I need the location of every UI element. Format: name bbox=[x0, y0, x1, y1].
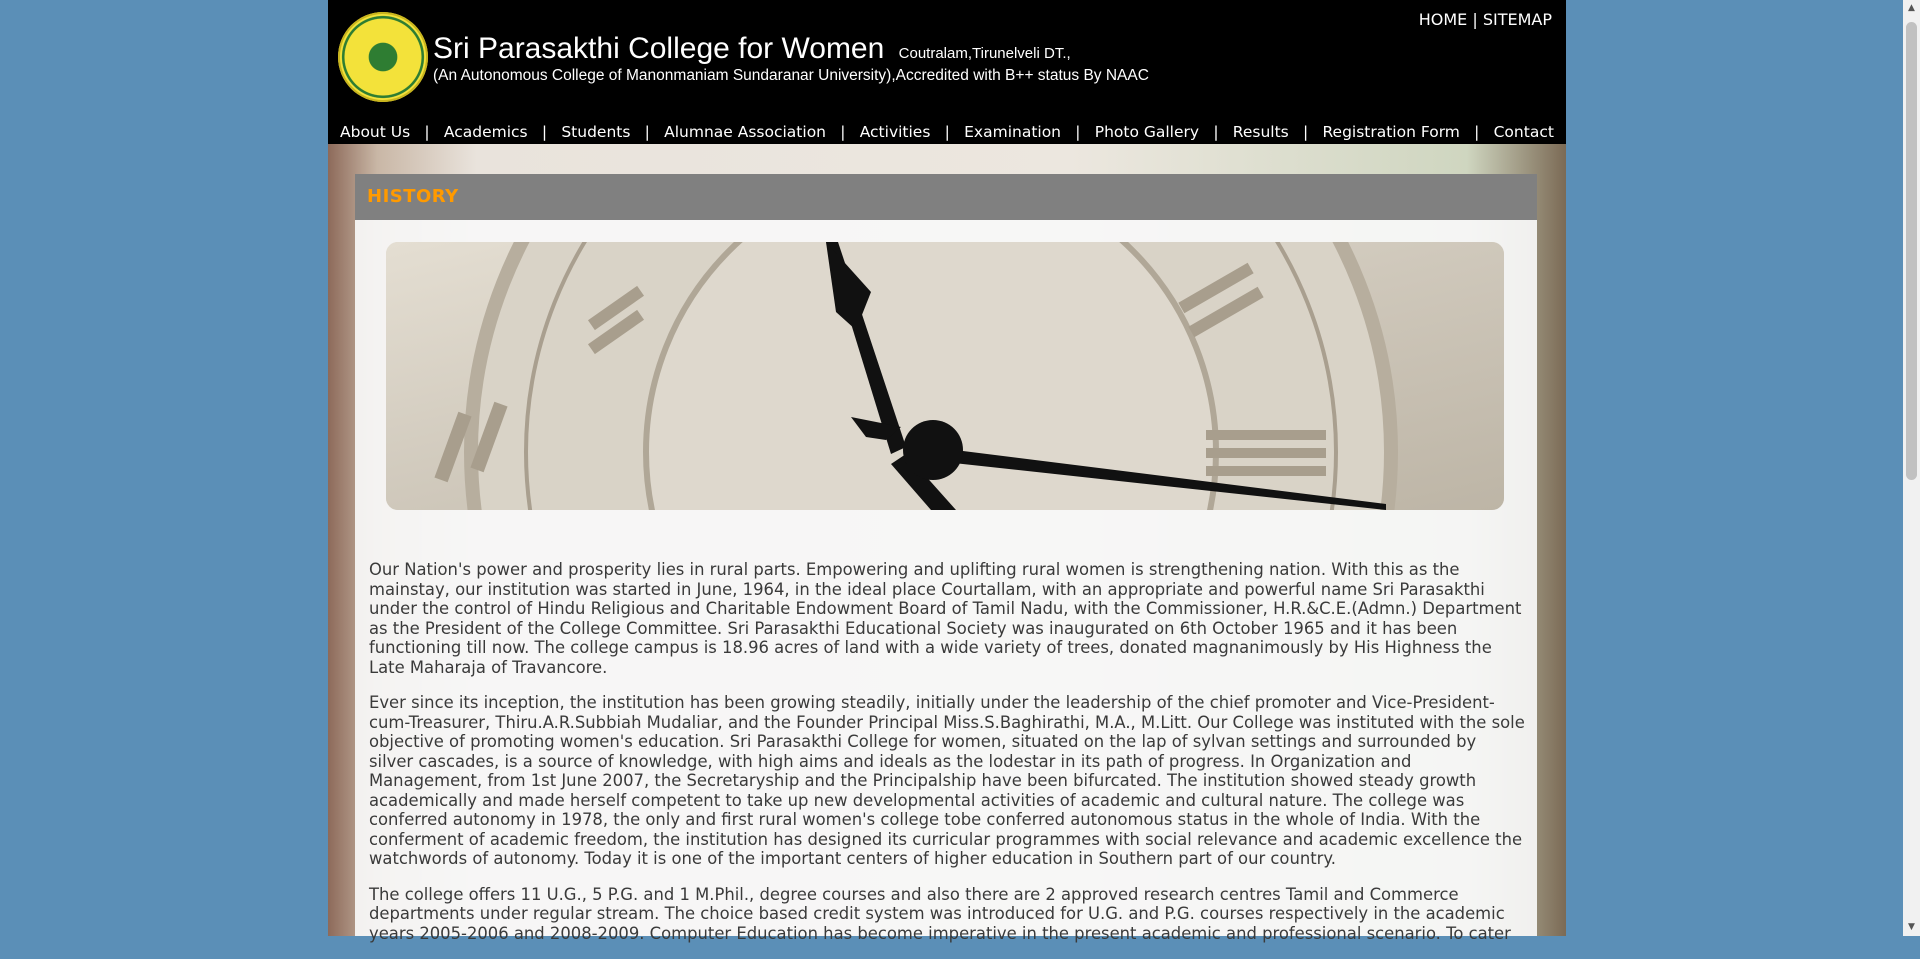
nav-separator: | bbox=[944, 123, 950, 141]
nav-item-about-us[interactable]: About Us bbox=[340, 123, 410, 141]
nav-item-alumnae-association[interactable]: Alumnae Association bbox=[664, 123, 826, 141]
scroll-thumb[interactable] bbox=[1906, 22, 1917, 480]
nav-item-academics[interactable]: Academics bbox=[444, 123, 528, 141]
article-paragraph: Our Nation's power and prosperity lies i… bbox=[369, 560, 1522, 677]
nav-separator: | bbox=[840, 123, 846, 141]
sitemap-link[interactable]: SITEMAP bbox=[1483, 10, 1552, 29]
nav-separator: | bbox=[1213, 123, 1219, 141]
nav-separator: | bbox=[644, 123, 650, 141]
history-article: Our Nation's power and prosperity lies i… bbox=[369, 560, 1525, 959]
section-header-bar: HISTORY bbox=[355, 174, 1537, 220]
nav-item-examination[interactable]: Examination bbox=[964, 123, 1061, 141]
nav-item-students[interactable]: Students bbox=[561, 123, 630, 141]
page-title: HISTORY bbox=[367, 186, 459, 207]
college-name: Sri Parasakthi College for Women Coutral… bbox=[433, 32, 1071, 66]
college-emblem-icon[interactable] bbox=[338, 12, 428, 102]
nav-separator: | bbox=[541, 123, 548, 141]
nav-item-registration-form[interactable]: Registration Form bbox=[1322, 123, 1459, 141]
home-link[interactable]: HOME bbox=[1419, 10, 1468, 29]
clock-face-image bbox=[386, 242, 1504, 510]
main-content: HISTORY Our Nation's power and prosperit… bbox=[355, 174, 1537, 943]
nav-item-results[interactable]: Results bbox=[1233, 123, 1289, 141]
nav-item-activities[interactable]: Activities bbox=[860, 123, 931, 141]
top-links: HOME | SITEMAP bbox=[1419, 10, 1552, 29]
scroll-down-arrow-icon[interactable]: ▼ bbox=[1903, 919, 1920, 936]
nav-separator: | bbox=[1075, 123, 1081, 141]
article-paragraph: The college offers 11 U.G., 5 P.G. and 1… bbox=[369, 884, 1511, 943]
nav-item-photo-gallery[interactable]: Photo Gallery bbox=[1095, 123, 1199, 141]
college-title: Sri Parasakthi College for Women bbox=[433, 32, 885, 65]
page-container: Sri Parasakthi College for Women Coutral… bbox=[328, 0, 1566, 943]
clock-illustration bbox=[386, 242, 1504, 510]
main-nav: About Us | Academics | Students | Alumna… bbox=[328, 120, 1566, 144]
college-location: Coutralam,Tirunelveli DT., bbox=[898, 45, 1071, 62]
nav-separator: | bbox=[424, 123, 430, 141]
college-subtitle: (An Autonomous College of Manonmaniam Su… bbox=[433, 67, 1149, 84]
top-links-separator: | bbox=[1467, 10, 1483, 29]
nav-separator: | bbox=[1302, 123, 1309, 141]
article-paragraph: Ever since its inception, the institutio… bbox=[369, 693, 1525, 868]
nav-item-contact[interactable]: Contact bbox=[1494, 123, 1554, 141]
vertical-scrollbar[interactable]: ▲ ▼ bbox=[1903, 0, 1920, 936]
scroll-up-arrow-icon[interactable]: ▲ bbox=[1903, 0, 1920, 17]
site-header: Sri Parasakthi College for Women Coutral… bbox=[328, 0, 1566, 120]
nav-separator: | bbox=[1474, 123, 1480, 141]
